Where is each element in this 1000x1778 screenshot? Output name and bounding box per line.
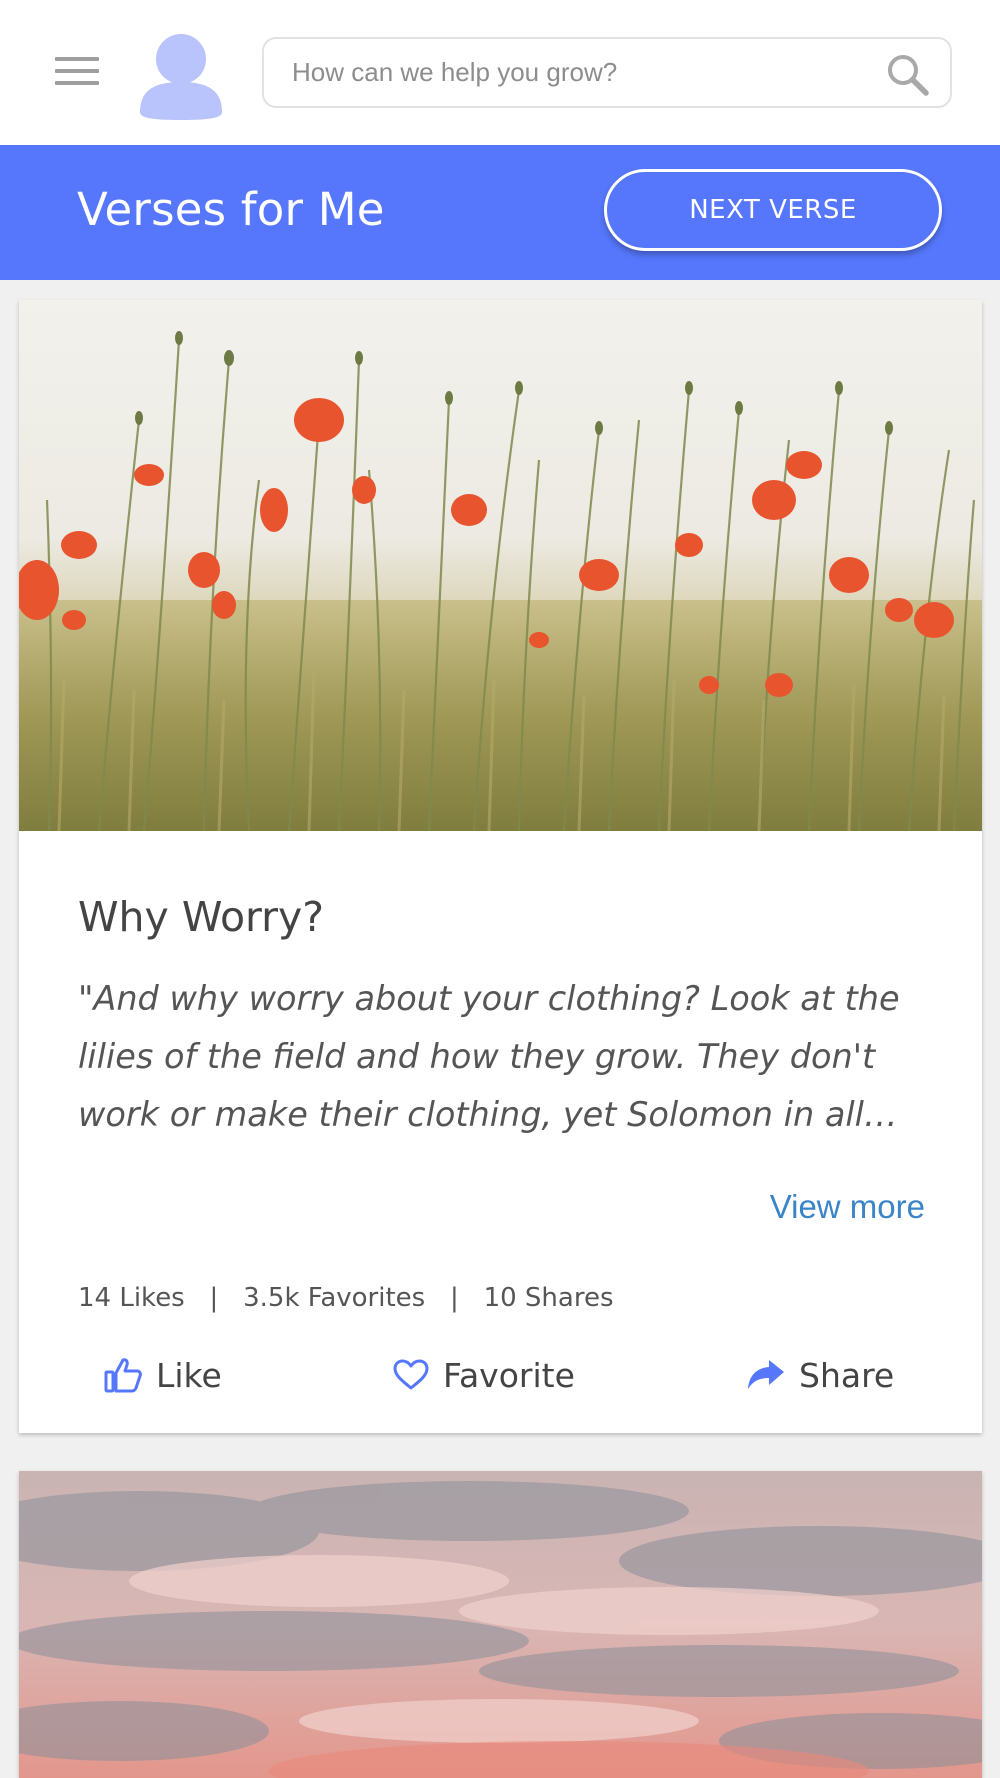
search-input[interactable] [292,39,882,106]
search-bar [262,37,952,108]
favorite-label: Favorite [443,1355,575,1395]
thumbs-up-icon [104,1358,142,1393]
page-title: Verses for Me [77,183,385,236]
verse-text: "And why worry about your clothing? Look… [78,979,900,1134]
verse-card [19,1471,982,1778]
top-bar [0,0,1000,145]
poppy-field-photo [19,300,982,831]
verse-title: Why Worry? [78,893,325,941]
view-more-link[interactable]: View more [770,1188,925,1226]
likes-count: 14 Likes [78,1283,185,1313]
stats-separator: | [450,1283,459,1313]
favorites-count: 3.5k Favorites [243,1283,426,1313]
page-header: Verses for Me NEXT VERSE [0,145,1000,280]
card-actions: Like Favorite Share [19,1340,982,1410]
share-label: Share [799,1355,895,1395]
share-button[interactable]: Share [747,1340,894,1410]
heart-icon [393,1359,429,1390]
stats-separator: | [209,1283,219,1313]
like-label: Like [156,1355,222,1395]
share-arrow-icon [748,1360,784,1389]
like-button[interactable]: Like [104,1340,222,1410]
pink-cloudy-sky-photo [19,1471,982,1778]
favorite-button[interactable]: Favorite [393,1340,575,1410]
user-avatar-icon[interactable] [140,32,222,120]
shares-count: 10 Shares [483,1283,614,1313]
verse-card: Why Worry? "And why worry about your clo… [19,300,982,1433]
next-verse-button[interactable]: NEXT VERSE [604,169,942,251]
search-icon[interactable] [886,53,930,97]
verse-stats: 14 Likes | 3.5k Favorites | 10 Shares [78,1283,614,1313]
hamburger-menu-icon[interactable] [55,57,99,87]
